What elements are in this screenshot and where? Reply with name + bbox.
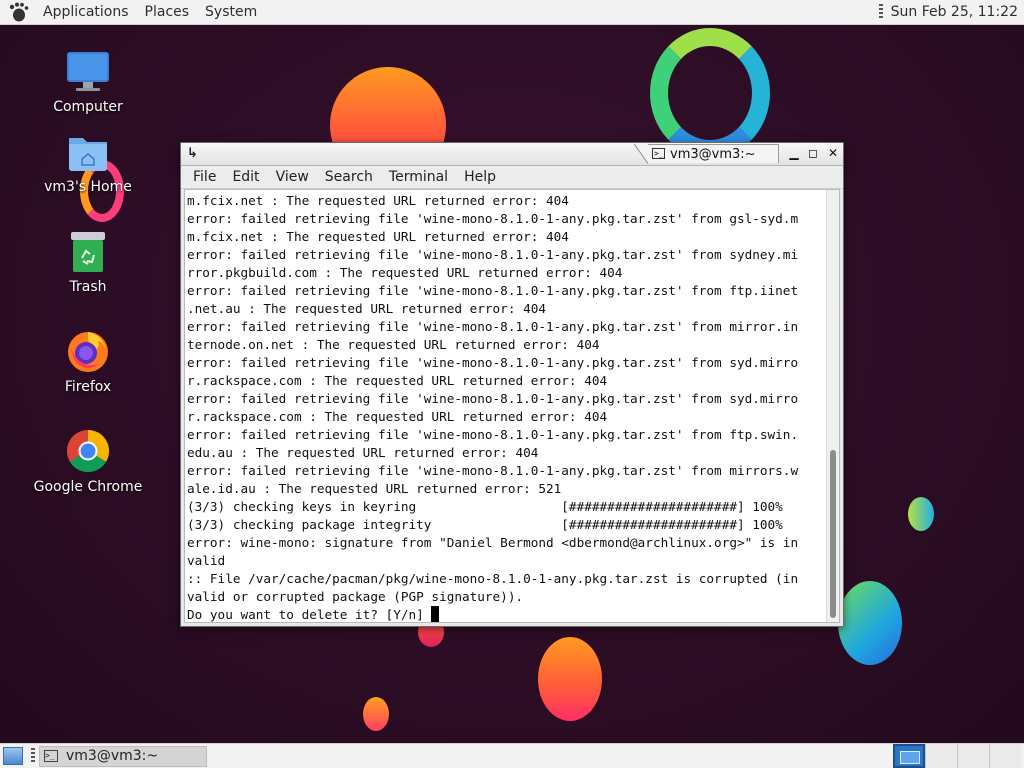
terminal-line: error: failed retrieving file 'wine-mono…	[187, 247, 799, 262]
top-panel: Applications Places System Sun Feb 25, 1…	[0, 0, 1024, 25]
terminal-line: (3/3) checking keys in keyring [########…	[187, 499, 783, 514]
terminal-line: m.fcix.net : The requested URL returned …	[187, 193, 569, 208]
trash-icon	[71, 232, 105, 272]
desktop-icon-home[interactable]: vm3's Home	[33, 130, 143, 195]
menu-file[interactable]: File	[185, 169, 224, 185]
terminal-cursor	[431, 606, 440, 622]
terminal-scrollbar[interactable]	[826, 190, 839, 622]
gnome-foot-icon[interactable]	[8, 2, 30, 22]
window-title: vm3@vm3:~	[670, 146, 756, 162]
panel-clock[interactable]: Sun Feb 25, 11:22	[891, 4, 1018, 20]
workspace-4[interactable]	[989, 744, 1021, 768]
window-titlebar[interactable]: ↳ >_ vm3@vm3:~ ▁ ◻ ✕	[181, 143, 843, 166]
taskbar-label: vm3@vm3:~	[66, 748, 159, 764]
terminal-line: ale.id.au : The requested URL returned e…	[187, 481, 562, 496]
maximize-button[interactable]: ◻	[806, 146, 820, 160]
home-folder-icon	[69, 138, 107, 171]
monitor-icon	[67, 52, 109, 91]
terminal-menubar: File Edit View Search Terminal Help	[181, 166, 843, 189]
menu-terminal[interactable]: Terminal	[381, 169, 456, 185]
desktop-icon-firefox[interactable]: Firefox	[33, 328, 143, 395]
wallpaper-blue-bubble	[838, 581, 902, 665]
terminal-line: error: failed retrieving file 'wine-mono…	[187, 283, 799, 298]
title-tab-edge	[634, 144, 648, 164]
wallpaper-tiny-bubble	[363, 697, 389, 731]
firefox-icon	[68, 332, 108, 372]
terminal-line: r.rackspace.com : The requested URL retu…	[187, 373, 608, 388]
desktop-label-trash: Trash	[69, 279, 107, 295]
terminal-output-area[interactable]: m.fcix.net : The requested URL returned …	[184, 189, 840, 623]
workspace-3[interactable]	[957, 744, 989, 768]
terminal-line: (3/3) checking package integrity [######…	[187, 517, 783, 532]
terminal-line: rror.pkgbuild.com : The requested URL re…	[187, 265, 623, 280]
menu-system[interactable]: System	[197, 4, 265, 20]
workspace-1[interactable]	[893, 744, 925, 768]
terminal-line: :: File /var/cache/pacman/pkg/wine-mono-…	[187, 571, 799, 586]
terminal-line: edu.au : The requested URL returned erro…	[187, 445, 539, 460]
menu-edit[interactable]: Edit	[224, 169, 267, 185]
wallpaper-cyan-bubble	[908, 497, 934, 531]
desktop-label-chrome: Google Chrome	[33, 479, 143, 495]
desktop-icon-computer[interactable]: Computer	[33, 50, 143, 115]
terminal-line: error: failed retrieving file 'wine-mono…	[187, 355, 799, 370]
terminal-text[interactable]: m.fcix.net : The requested URL returned …	[187, 192, 827, 624]
chrome-icon	[66, 430, 110, 473]
terminal-line: error: failed retrieving file 'wine-mono…	[187, 463, 799, 478]
show-desktop-icon[interactable]	[3, 747, 23, 765]
terminal-line: error: failed retrieving file 'wine-mono…	[187, 391, 799, 406]
panel-handle[interactable]	[31, 748, 35, 764]
terminal-line: r.rackspace.com : The requested URL retu…	[187, 409, 608, 424]
terminal-icon: >_	[652, 148, 665, 159]
terminal-window[interactable]: ↳ >_ vm3@vm3:~ ▁ ◻ ✕ File Edit View Sear…	[180, 142, 844, 627]
taskbar-button-terminal[interactable]: >_ vm3@vm3:~	[39, 745, 207, 767]
terminal-line: ternode.on.net : The requested URL retur…	[187, 337, 600, 352]
terminal-line: Do you want to delete it? [Y/n]	[187, 606, 827, 624]
menu-applications[interactable]: Applications	[35, 4, 137, 20]
window-menu-icon[interactable]: ↳	[187, 146, 203, 162]
desktop-label-home: vm3's Home	[44, 179, 132, 195]
desktop-icon-chrome[interactable]: Google Chrome	[33, 428, 143, 495]
menu-search[interactable]: Search	[317, 169, 381, 185]
window-title-tab[interactable]: >_ vm3@vm3:~	[634, 144, 779, 164]
workspace-switcher[interactable]	[893, 744, 1021, 768]
desktop-icon-trash[interactable]: Trash	[33, 230, 143, 295]
bottom-panel: >_ vm3@vm3:~	[0, 743, 1024, 768]
terminal-line: m.fcix.net : The requested URL returned …	[187, 229, 569, 244]
desktop-label-computer: Computer	[53, 99, 123, 115]
terminal-line: valid	[187, 553, 226, 568]
menu-help[interactable]: Help	[456, 169, 504, 185]
terminal-line: valid or corrupted package (PGP signatur…	[187, 589, 524, 604]
terminal-line: error: failed retrieving file 'wine-mono…	[187, 211, 799, 226]
terminal-line: .net.au : The requested URL returned err…	[187, 301, 547, 316]
terminal-line: error: failed retrieving file 'wine-mono…	[187, 427, 799, 442]
terminal-line: error: failed retrieving file 'wine-mono…	[187, 319, 799, 334]
panel-handle[interactable]	[878, 4, 883, 20]
workspace-2[interactable]	[925, 744, 957, 768]
close-button[interactable]: ✕	[826, 146, 840, 160]
terminal-line: error: wine-mono: signature from "Daniel…	[187, 535, 799, 550]
wallpaper-orange-bubble-low	[538, 637, 602, 721]
minimize-button[interactable]: ▁	[787, 146, 801, 160]
desktop-label-firefox: Firefox	[64, 379, 112, 395]
terminal-icon: >_	[44, 750, 58, 762]
wallpaper-green-ring	[650, 28, 770, 158]
scrollbar-thumb[interactable]	[830, 450, 836, 618]
menu-view[interactable]: View	[268, 169, 317, 185]
menu-places[interactable]: Places	[137, 4, 198, 20]
